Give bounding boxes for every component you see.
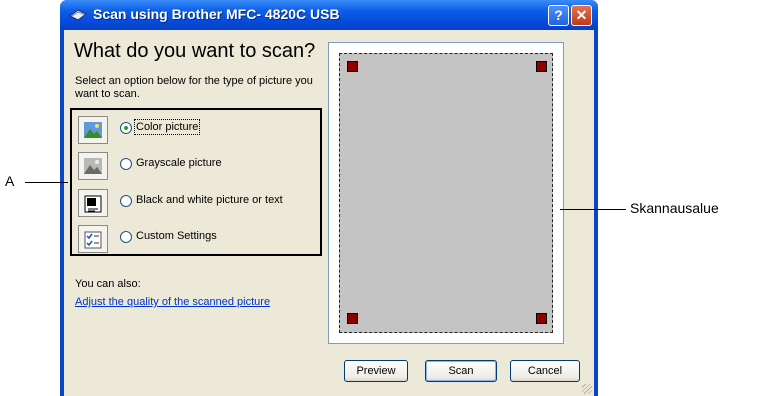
bw-picture-text-icon xyxy=(78,189,108,217)
page-title: What do you want to scan? xyxy=(74,40,316,62)
preview-button[interactable]: Preview xyxy=(344,360,408,382)
annotation-line-a xyxy=(25,182,68,183)
color-picture-icon xyxy=(78,116,108,144)
crop-handle-top-right[interactable] xyxy=(536,61,547,72)
scan-button[interactable]: Scan xyxy=(425,360,497,382)
option-label[interactable]: Custom Settings xyxy=(136,230,217,242)
also-label: You can also: xyxy=(75,278,141,290)
crop-handle-bottom-right[interactable] xyxy=(536,313,547,324)
radio-bw-picture-text[interactable] xyxy=(120,195,132,207)
resize-grip[interactable] xyxy=(582,384,592,394)
grayscale-picture-icon xyxy=(78,152,108,180)
scanner-icon xyxy=(69,9,87,21)
radio-grayscale-picture[interactable] xyxy=(120,158,132,170)
close-button[interactable]: ✕ xyxy=(571,5,592,26)
radio-custom-settings[interactable] xyxy=(120,231,132,243)
option-label[interactable]: Grayscale picture xyxy=(136,157,222,169)
crop-handle-bottom-left[interactable] xyxy=(347,313,358,324)
cancel-button[interactable]: Cancel xyxy=(510,360,580,382)
adjust-quality-link[interactable]: Adjust the quality of the scanned pictur… xyxy=(75,296,270,308)
annotation-label-a: A xyxy=(5,173,15,189)
scan-type-options: Color picture Grayscale picture Black an… xyxy=(70,108,322,256)
scan-dialog-window: Scan using Brother MFC- 4820C USB ? ✕ Wh… xyxy=(60,0,598,396)
annotation-label-scan-area: Skannausalue xyxy=(630,200,719,216)
window-title: Scan using Brother MFC- 4820C USB xyxy=(93,6,340,22)
option-label[interactable]: Color picture xyxy=(133,119,201,135)
annotation-line-scan-area xyxy=(560,209,626,210)
instructions-text: Select an option below for the type of p… xyxy=(75,75,313,100)
scan-area[interactable] xyxy=(339,53,553,333)
dialog-body: What do you want to scan? Select an opti… xyxy=(64,30,594,396)
option-label[interactable]: Black and white picture or text xyxy=(136,194,283,206)
title-bar[interactable]: Scan using Brother MFC- 4820C USB ? ✕ xyxy=(60,0,598,30)
radio-color-picture[interactable] xyxy=(120,122,132,134)
preview-pane xyxy=(328,42,564,344)
help-button[interactable]: ? xyxy=(548,5,569,26)
custom-settings-icon xyxy=(78,225,108,253)
crop-handle-top-left[interactable] xyxy=(347,61,358,72)
